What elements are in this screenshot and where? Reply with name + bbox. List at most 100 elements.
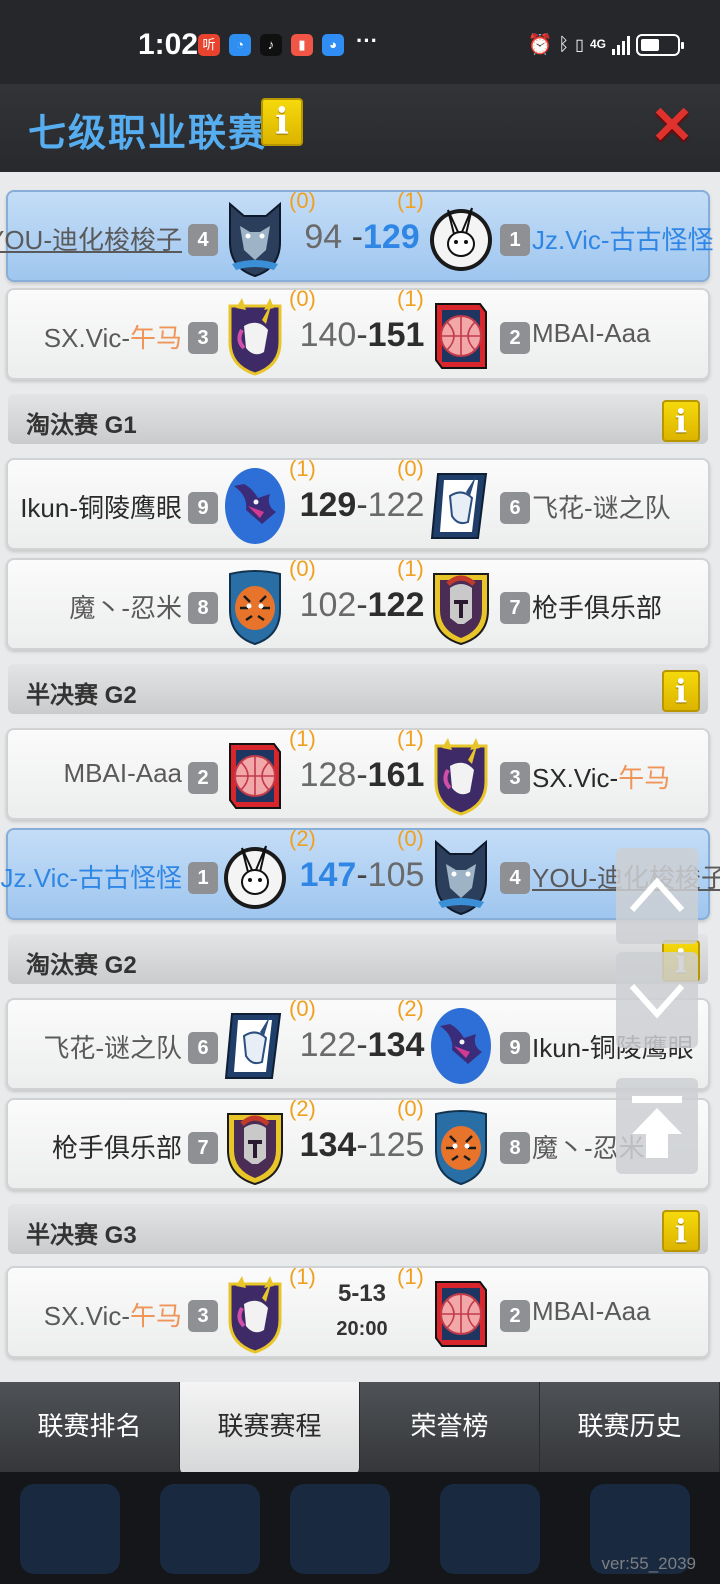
left-series-wins: (1)	[289, 726, 316, 751]
left-score: 128	[299, 756, 357, 794]
right-series-wins: (2)	[397, 996, 424, 1021]
right-score: 129	[362, 218, 420, 256]
left-team-name[interactable]: Ikun-铜陵鹰眼	[20, 488, 182, 525]
right-team-seed: 4	[500, 862, 530, 894]
round-header: 淘汰赛 G2 i	[8, 934, 708, 984]
left-team-name[interactable]: MBAI-Aaa	[64, 758, 183, 789]
right-series-wins: (1)	[397, 726, 424, 751]
left-score: 129	[299, 486, 357, 524]
unicorn-blue-logo-icon	[222, 1006, 288, 1086]
left-score: 122	[299, 1026, 357, 1064]
round-header: 半决赛 G3 i	[8, 1204, 708, 1254]
right-series-wins: (1)	[397, 188, 424, 213]
scroll-down-button[interactable]	[616, 952, 698, 1048]
close-button[interactable]: ✕	[650, 100, 694, 152]
round-label: 淘汰赛 G2	[26, 952, 137, 979]
network-type: 4G	[589, 37, 606, 51]
unicorn-logo-icon	[222, 1274, 288, 1354]
right-team-seed: 9	[500, 1032, 530, 1064]
right-team-name[interactable]: 飞花-谜之队	[532, 488, 671, 525]
tab-league-ranking[interactable]: 联赛排名	[0, 1382, 180, 1472]
team-name-prefix: SX.Vic-	[43, 1301, 130, 1331]
round-header: 半决赛 G2 i	[8, 664, 708, 714]
background-menu: ver:55_2039	[0, 1472, 720, 1584]
left-team-seed: 3	[188, 322, 218, 354]
right-team-seed: 7	[500, 592, 530, 624]
match-row[interactable]: SX.Vic-午马 3 (0) 140-151 (1) 2 MBAI-Aaa	[6, 286, 710, 380]
red-app-icon: ▮	[291, 34, 313, 56]
tab-league-schedule[interactable]: 联赛赛程	[180, 1382, 360, 1474]
left-series-wins: (0)	[289, 188, 316, 213]
right-team-name[interactable]: MBAI-Aaa	[532, 318, 651, 349]
right-team-name[interactable]: MBAI-Aaa	[532, 1296, 651, 1327]
left-team-name[interactable]: YOU-迪化梭梭子	[0, 220, 182, 257]
right-score: 125	[367, 1126, 425, 1164]
left-team-seed: 7	[188, 1132, 218, 1164]
left-score: 94	[304, 218, 343, 256]
wolf-logo-icon	[222, 198, 288, 278]
unicorn-logo-icon	[222, 296, 288, 376]
signal-icon	[612, 35, 630, 55]
tiger-logo-icon	[428, 1106, 494, 1186]
left-team-seed: 8	[188, 592, 218, 624]
left-team-name[interactable]: 枪手俱乐部	[52, 1128, 182, 1165]
round-info-button[interactable]: i	[662, 1210, 700, 1252]
round-header: 淘汰赛 G1 i	[8, 394, 708, 444]
left-team-seed: 6	[188, 1032, 218, 1064]
left-score: 140	[299, 316, 357, 354]
left-team-name[interactable]: SX.Vic-午马	[44, 1296, 182, 1333]
left-series-wins: (2)	[289, 1096, 316, 1121]
right-team-name[interactable]: Jz.Vic-古古怪怪	[532, 220, 714, 257]
left-team-name[interactable]: Jz.Vic-古古怪怪	[0, 858, 182, 895]
left-team-name[interactable]: SX.Vic-午马	[44, 318, 182, 355]
right-score: 122	[367, 486, 425, 524]
match-row[interactable]: 飞花-谜之队 6 (0) 122-134 (2) 9 Ikun-铜陵鹰眼	[6, 996, 710, 1090]
battery-icon	[636, 33, 684, 56]
weibo-icon: ◕	[322, 34, 344, 56]
left-series-wins: (0)	[289, 996, 316, 1021]
left-series-wins: (1)	[289, 456, 316, 481]
match-score: 128-161	[299, 756, 425, 794]
left-team-name[interactable]: 飞花-谜之队	[43, 1028, 182, 1065]
right-score: 161	[367, 756, 425, 794]
menu-icon	[160, 1484, 260, 1574]
left-series-wins: (0)	[289, 286, 316, 311]
league-info-button[interactable]: i	[261, 98, 303, 146]
right-series-wins: (0)	[397, 826, 424, 851]
spartan-logo-icon	[222, 1106, 288, 1186]
match-row[interactable]: Jz.Vic-古古怪怪 1 (2) 147-105 (0) 4 YOU-迪化梭梭…	[0, 826, 720, 920]
match-row[interactable]: YOU-迪化梭梭子 4 (0) 94 -129 (1) 1 Jz.Vic-古古怪…	[0, 188, 714, 282]
left-score: 134	[299, 1126, 357, 1164]
right-team-name[interactable]: 枪手俱乐部	[532, 588, 662, 625]
left-series-wins: (2)	[289, 826, 316, 851]
match-row[interactable]: Ikun-铜陵鹰眼 9 (1) 129-122 (0) 6 飞花-谜之队	[6, 456, 710, 550]
match-row[interactable]: SX.Vic-午马 3 (1) 5-13 20:00 (1) 2 MBAI-Aa…	[6, 1264, 710, 1358]
scroll-to-top-button[interactable]	[616, 1078, 698, 1174]
right-series-wins: (0)	[397, 456, 424, 481]
scroll-up-button[interactable]	[616, 848, 698, 944]
match-row[interactable]: 枪手俱乐部 7 (2) 134-125 (0) 8 魔丶-忍米	[6, 1096, 710, 1190]
tab-honor-roll[interactable]: 荣誉榜	[360, 1382, 540, 1472]
right-team-name[interactable]: SX.Vic-午马	[532, 758, 670, 795]
round-info-button[interactable]: i	[662, 670, 700, 712]
vibrate-icon: ▯	[575, 36, 584, 54]
right-team-seed: 2	[500, 1300, 530, 1332]
arrow-to-top-icon	[632, 1096, 682, 1158]
left-team-seed: 3	[188, 1300, 218, 1332]
right-series-wins: (1)	[397, 286, 424, 311]
round-info-button[interactable]: i	[662, 400, 700, 442]
more-notifications-icon: ···	[356, 28, 378, 53]
left-team-seed: 4	[188, 224, 218, 256]
round-label: 半决赛 G3	[26, 1222, 137, 1249]
tab-league-history[interactable]: 联赛历史	[540, 1382, 720, 1472]
left-team-name[interactable]: 魔丶-忍米	[69, 588, 182, 625]
left-team-seed: 1	[188, 862, 218, 894]
match-row[interactable]: MBAI-Aaa 2 (1) 128-161 (1) 3 SX.Vic-午马	[6, 726, 710, 820]
schedule-list[interactable]: YOU-迪化梭梭子 4 (0) 94 -129 (1) 1 Jz.Vic-古古怪…	[0, 172, 720, 1382]
match-row[interactable]: 魔丶-忍米 8 (0) 102-122 (1) 7 枪手俱乐部	[6, 556, 710, 650]
tiger-logo-icon	[222, 566, 288, 646]
match-score: 102-122	[299, 586, 425, 624]
right-series-wins: (1)	[397, 1264, 424, 1289]
bluetooth-icon: ᛒ	[558, 34, 570, 54]
menu-icon	[20, 1484, 120, 1574]
